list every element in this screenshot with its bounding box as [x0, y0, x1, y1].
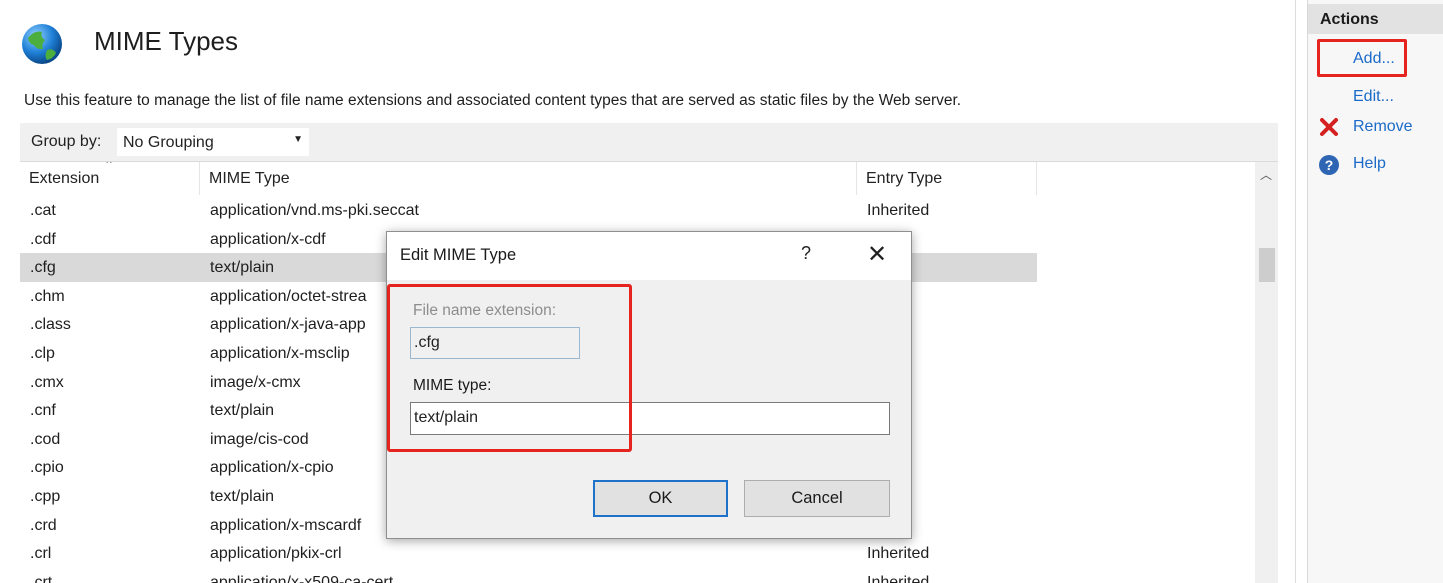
- toolbar: Group by: No Grouping ▼: [20, 123, 1278, 162]
- ok-button[interactable]: OK: [593, 480, 728, 517]
- sort-ascending-icon: ⌃: [104, 162, 115, 172]
- actions-panel: Actions Add... Edit... Remove ? Help: [1307, 0, 1443, 583]
- mime-type-cell: text/plain: [210, 487, 275, 505]
- actions-title: Actions: [1320, 11, 1379, 28]
- extension-cell: .crt: [30, 573, 53, 583]
- extension-cell: .crl: [30, 545, 52, 563]
- mime-type-cell: text/plain: [210, 259, 275, 277]
- group-by-value: No Grouping: [123, 134, 214, 151]
- extension-cell: .class: [30, 316, 71, 334]
- table-row[interactable]: .crt application/x-x509-ca-cert Inherited: [20, 568, 1255, 583]
- extension-cell: .cpp: [30, 487, 61, 505]
- extension-cell: .cdf: [30, 230, 56, 248]
- entry-type-cell: Inherited: [867, 202, 930, 219]
- extension-cell: .crd: [30, 516, 57, 534]
- table-row[interactable]: .crl application/pkix-crl Inherited: [20, 539, 1255, 568]
- entry-type-cell: Inherited: [867, 545, 930, 563]
- chevron-down-icon: ▼: [293, 134, 303, 145]
- extension-cell: .clp: [30, 344, 55, 362]
- column-header-entry-type[interactable]: Entry Type: [857, 162, 1037, 195]
- extension-cell: .chm: [30, 287, 65, 305]
- add-highlight-box: [1317, 39, 1407, 77]
- group-by-dropdown[interactable]: No Grouping ▼: [117, 128, 309, 156]
- close-button[interactable]: ✕: [867, 240, 887, 269]
- mime-type-cell: application/vnd.ms-pki.seccat: [210, 202, 419, 219]
- mime-type-cell: text/plain: [210, 402, 275, 420]
- remove-action-link[interactable]: Remove: [1353, 118, 1413, 136]
- table-row[interactable]: .cat application/vnd.ms-pki.seccat Inherit…: [20, 196, 1255, 225]
- page-title: MIME Types: [94, 26, 239, 56]
- mime-type-cell: application/x-x509-ca-cert: [210, 573, 394, 583]
- group-by-label: Group by:: [31, 133, 102, 150]
- extension-cell: .cod: [30, 430, 61, 448]
- help-button[interactable]: ?: [801, 243, 811, 264]
- cancel-button[interactable]: Cancel: [744, 480, 890, 517]
- column-header-label: Entry Type: [866, 170, 943, 187]
- dialog-titlebar: Edit MIME Type ? ✕: [387, 232, 911, 280]
- column-header-label: Extension: [29, 170, 100, 187]
- entry-type-cell: Inherited: [867, 573, 930, 583]
- page-description: Use this feature to manage the list of f…: [24, 92, 962, 109]
- extension-cell: .cpio: [30, 459, 64, 477]
- extension-cell: .cfg: [30, 259, 56, 277]
- edit-action-link[interactable]: Edit...: [1353, 88, 1394, 106]
- fields-highlight-box: [387, 284, 632, 452]
- mime-type-cell: application/x-cpio: [210, 459, 334, 477]
- svg-text:?: ?: [1325, 157, 1334, 173]
- dialog-title: Edit MIME Type: [400, 246, 517, 264]
- mime-type-cell: application/octet-strea: [210, 287, 367, 305]
- mime-type-cell: application/pkix-crl: [210, 545, 342, 563]
- extension-cell: .cmx: [30, 373, 64, 391]
- mime-type-cell: application/x-msclip: [210, 344, 350, 362]
- column-header-label: MIME Type: [209, 170, 290, 187]
- globe-icon: [22, 24, 62, 64]
- help-action-link[interactable]: Help: [1353, 155, 1386, 173]
- extension-cell: .cat: [30, 202, 56, 219]
- mime-type-cell: image/x-cmx: [210, 373, 301, 391]
- table-header: ⌃ Extension MIME Type Entry Type: [20, 162, 1255, 195]
- scroll-up-icon[interactable]: ︿: [1260, 166, 1272, 183]
- mime-type-cell: application/x-java-app: [210, 316, 366, 334]
- scrollbar-thumb[interactable]: [1259, 248, 1275, 282]
- mime-type-cell: application/x-mscardf: [210, 516, 362, 534]
- mime-type-cell: application/x-cdf: [210, 230, 326, 248]
- column-header-mime-type[interactable]: MIME Type: [200, 162, 857, 195]
- help-icon: ?: [1319, 155, 1339, 175]
- remove-icon: [1320, 118, 1338, 136]
- column-header-extension[interactable]: ⌃ Extension: [20, 162, 200, 195]
- actions-header: Actions: [1308, 4, 1443, 34]
- mime-type-cell: image/cis-cod: [210, 430, 309, 448]
- extension-cell: .cnf: [30, 402, 56, 420]
- vertical-scrollbar[interactable]: ︿: [1255, 162, 1278, 583]
